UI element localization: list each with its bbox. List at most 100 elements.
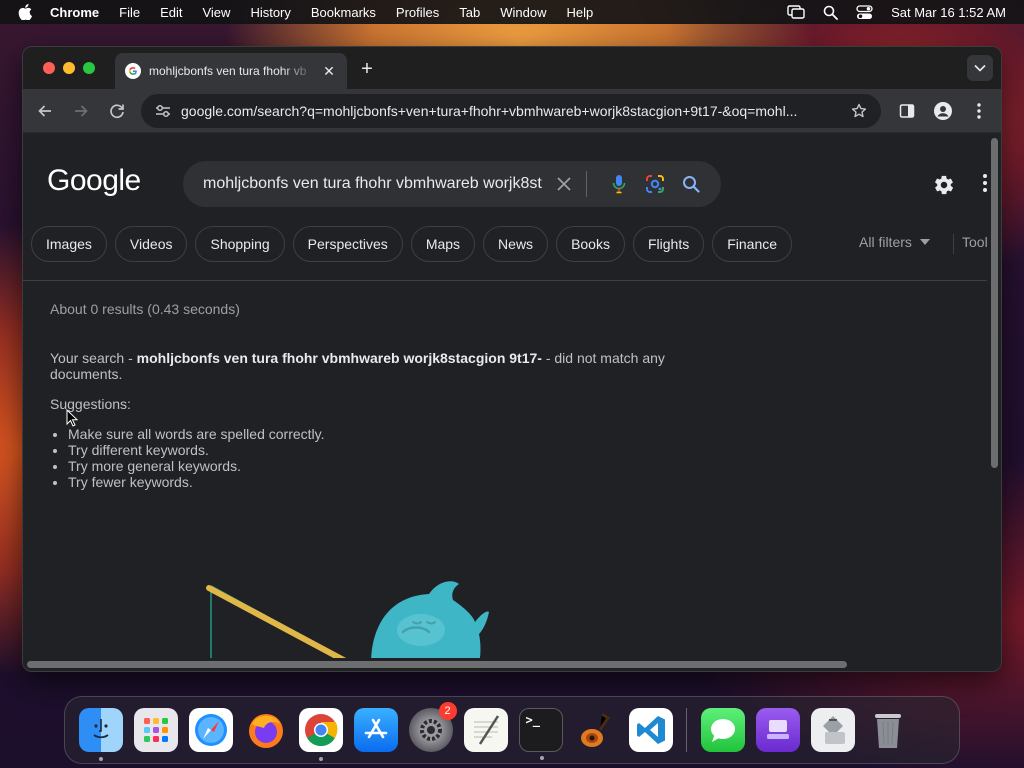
search-filter-chips: Images Videos Shopping Perspectives Maps…: [31, 226, 793, 264]
all-filters-label: All filters: [859, 234, 912, 250]
close-window-button[interactable]: [43, 62, 55, 74]
horizontal-scrollbar-thumb[interactable]: [27, 661, 847, 668]
chip-maps[interactable]: Maps: [410, 226, 476, 262]
tab-title: mohljcbonfs ven tura fhohr vb: [149, 64, 307, 78]
voice-search-mic-icon[interactable]: [605, 174, 633, 194]
screen-mirroring-icon[interactable]: [787, 5, 805, 19]
toolbar-actions: [895, 99, 991, 123]
search-box-divider: [586, 171, 587, 197]
finder-icon[interactable]: [78, 708, 123, 761]
address-bar[interactable]: google.com/search?q=mohljcbonfs+ven+tura…: [141, 93, 881, 128]
messages-icon[interactable]: [700, 708, 745, 752]
menu-view[interactable]: View: [202, 5, 230, 20]
migration-icon[interactable]: [810, 708, 855, 752]
suggestion-item: Try fewer keywords.: [68, 474, 325, 490]
suggestion-item: Try different keywords.: [68, 442, 325, 458]
forward-arrow-icon[interactable]: [67, 97, 95, 125]
reload-icon[interactable]: [103, 97, 131, 125]
terminal-prompt: >_: [525, 713, 540, 727]
zoom-window-button[interactable]: [83, 62, 95, 74]
search-box[interactable]: mohljcbonfs ven tura fhohr vbmhwareb wor…: [183, 161, 721, 207]
dock-running-indicator: [98, 757, 103, 761]
menu-history[interactable]: History: [250, 5, 290, 20]
settings-notification-badge: 2: [438, 702, 457, 720]
chrome-menu-kebab-icon[interactable]: [967, 99, 991, 123]
vertical-scrollbar-thumb[interactable]: [991, 138, 998, 468]
browser-tab-active[interactable]: mohljcbonfs ven tura fhohr vb ✕: [115, 53, 347, 89]
menu-bar: Chrome File Edit View History Bookmarks …: [0, 0, 1024, 24]
new-tab-plus-icon[interactable]: +: [357, 59, 377, 79]
chip-finance[interactable]: Finance: [712, 226, 793, 262]
menu-file[interactable]: File: [119, 5, 140, 20]
vertical-scrollbar[interactable]: [987, 134, 1001, 660]
chrome-icon[interactable]: [298, 708, 343, 761]
no-results-message: Your search - mohljcbonfs ven tura fhohr…: [50, 350, 690, 382]
menu-edit[interactable]: Edit: [160, 5, 182, 20]
chip-books[interactable]: Books: [556, 226, 625, 262]
url-text[interactable]: google.com/search?q=mohljcbonfs+ven+tura…: [181, 103, 847, 119]
bookmark-star-icon[interactable]: [847, 103, 871, 119]
no-results-query: mohljcbonfs ven tura fhohr vbmhwareb wor…: [136, 350, 542, 366]
launchpad-icon[interactable]: [133, 708, 178, 752]
chip-shopping[interactable]: Shopping: [195, 226, 285, 262]
menu-clock[interactable]: Sat Mar 16 1:52 AM: [891, 5, 1006, 20]
safari-icon[interactable]: [188, 708, 233, 752]
trash-icon[interactable]: [866, 708, 910, 752]
garageband-icon[interactable]: [574, 708, 618, 752]
suggestion-item: Try more general keywords.: [68, 458, 325, 474]
terminal-icon[interactable]: >_: [518, 708, 563, 760]
chip-perspectives[interactable]: Perspectives: [292, 226, 403, 262]
settings-gear-icon[interactable]: [933, 174, 957, 198]
suggestions-heading: Suggestions:: [50, 396, 131, 412]
google-header: Google mohljcbonfs ven tura fhohr vbmhwa…: [23, 134, 989, 234]
tab-search-chevron-down-icon[interactable]: [967, 55, 993, 81]
google-results-page: Google mohljcbonfs ven tura fhohr vbmhwa…: [23, 134, 989, 660]
header-divider: [23, 280, 989, 281]
site-info-tune-icon[interactable]: [151, 104, 175, 118]
side-panel-icon[interactable]: [895, 99, 919, 123]
textedit-icon[interactable]: [463, 708, 508, 752]
browser-toolbar: google.com/search?q=mohljcbonfs+ven+tura…: [23, 89, 1001, 133]
menu-bookmarks[interactable]: Bookmarks: [311, 5, 376, 20]
clear-search-close-icon[interactable]: [552, 177, 576, 191]
firefox-icon[interactable]: [244, 708, 288, 752]
result-stats: About 0 results (0.43 seconds): [50, 301, 240, 317]
dock-running-indicator: [318, 757, 323, 761]
chip-news[interactable]: News: [483, 226, 549, 262]
menu-app-name[interactable]: Chrome: [50, 5, 99, 20]
menu-help[interactable]: Help: [567, 5, 594, 20]
search-query-input[interactable]: mohljcbonfs ven tura fhohr vbmhwareb wor…: [203, 175, 546, 193]
vscode-icon[interactable]: [628, 708, 673, 752]
no-results-prefix: Your search -: [50, 350, 137, 366]
back-arrow-icon[interactable]: [31, 97, 59, 125]
google-lens-camera-icon[interactable]: [641, 174, 669, 194]
spotlight-search-icon[interactable]: [823, 5, 838, 20]
horizontal-scrollbar[interactable]: [23, 658, 1001, 671]
chip-flights[interactable]: Flights: [632, 226, 705, 262]
profile-avatar-icon[interactable]: [931, 99, 955, 123]
chip-videos[interactable]: Videos: [114, 226, 188, 262]
google-logo[interactable]: Google: [47, 164, 141, 198]
menu-window[interactable]: Window: [500, 5, 546, 20]
app-store-icon[interactable]: [353, 708, 398, 752]
tab-strip: mohljcbonfs ven tura fhohr vb ✕ +: [23, 47, 1001, 89]
dock-running-indicator: [539, 756, 544, 760]
all-filters-dropdown[interactable]: All filters: [859, 234, 930, 250]
menu-profiles[interactable]: Profiles: [396, 5, 439, 20]
macos-dock: 2 >_: [64, 696, 960, 764]
control-center-icon[interactable]: [856, 4, 873, 20]
caret-down-icon: [919, 239, 930, 245]
chip-images[interactable]: Images: [31, 226, 107, 262]
settings-icon[interactable]: 2: [408, 702, 457, 752]
tools-button[interactable]: Tool: [962, 234, 988, 250]
minimize-window-button[interactable]: [63, 62, 75, 74]
simulator-icon[interactable]: [755, 708, 800, 752]
apple-menu-icon[interactable]: [18, 4, 34, 20]
window-controls: [43, 62, 95, 74]
menu-tab[interactable]: Tab: [459, 5, 480, 20]
tab-close-icon[interactable]: ✕: [321, 63, 337, 80]
suggestion-item: Make sure all words are spelled correctl…: [68, 426, 325, 442]
chrome-window: mohljcbonfs ven tura fhohr vb ✕ + google…: [22, 46, 1002, 672]
search-magnifier-icon[interactable]: [677, 175, 705, 193]
google-favicon-icon: [125, 63, 141, 79]
